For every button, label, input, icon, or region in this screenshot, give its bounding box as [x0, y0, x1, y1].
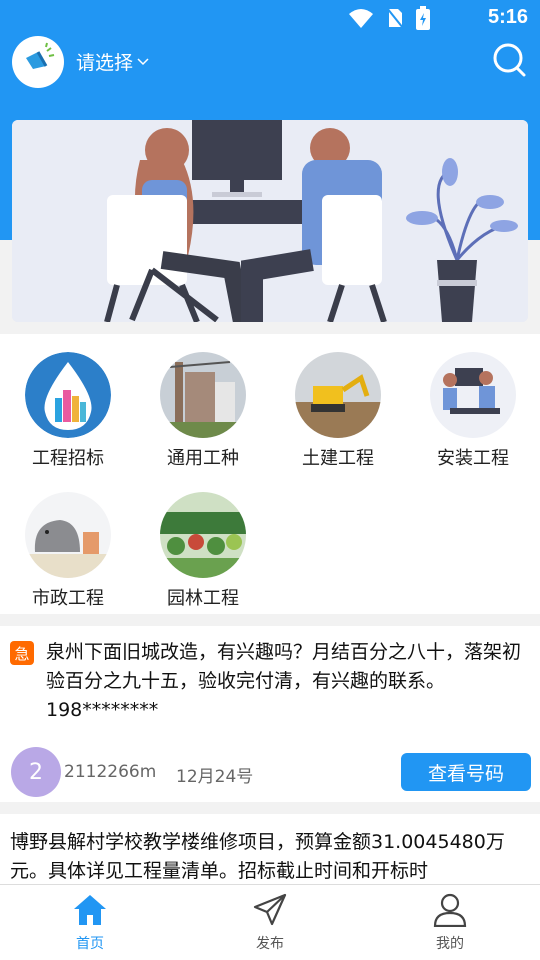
civil-construction-icon [295, 352, 381, 438]
category-label: 通用工种 [167, 448, 239, 469]
category-installation[interactable]: 安装工程 [418, 352, 528, 470]
post-user-id: 2112266m [64, 762, 157, 782]
search-button[interactable] [490, 40, 530, 80]
category-label: 工程招标 [32, 448, 104, 469]
landscaping-icon [160, 492, 246, 578]
location-selector[interactable]: 请选择 [76, 48, 149, 75]
app-bar: 请选择 [0, 36, 540, 88]
status-time: 5:16 [487, 6, 528, 28]
search-icon [493, 43, 526, 77]
category-civil-construction[interactable]: 土建工程 [283, 352, 393, 470]
post-text: 泉州下面旧城改造，有兴趣吗？月结百分之八十，落架初验百分之九十五，验收完付清，有… [46, 641, 522, 721]
tab-profile[interactable]: 我的 [390, 893, 510, 953]
tab-publish[interactable]: 发布 [210, 893, 330, 953]
no-sim-icon [386, 7, 404, 29]
category-engineering-bidding[interactable]: 工程招标 [13, 352, 123, 470]
home-icon [74, 895, 106, 925]
urgent-badge: 急 [10, 641, 34, 665]
category-general-trades[interactable]: 通用工种 [148, 352, 258, 470]
category-municipal[interactable]: 市政工程 [13, 492, 123, 610]
engineering-bidding-icon [25, 352, 111, 438]
post-text: 博野县解村学校教学楼维修项目，预算金额31.0045480万元。具体详见工程量清… [10, 831, 505, 882]
megaphone-icon [20, 42, 56, 80]
status-icons [348, 6, 430, 30]
category-landscaping[interactable]: 园林工程 [148, 492, 258, 610]
chevron-down-icon [137, 57, 149, 65]
category-label: 市政工程 [32, 588, 104, 609]
municipal-icon [25, 492, 111, 578]
user-icon [433, 893, 467, 928]
send-icon [253, 893, 287, 926]
post-card[interactable]: 博野县解村学校教学楼维修项目，预算金额31.0045480万元。具体详见工程量清… [0, 814, 540, 886]
category-grid: 工程招标 通用工种 土建工程 安装工程 市政工程 园林工程 [0, 334, 540, 614]
location-label: 请选择 [76, 52, 134, 74]
battery-icon [416, 6, 430, 30]
status-bar: 5:16 [0, 0, 540, 36]
app-logo[interactable] [12, 36, 64, 88]
tab-label: 发布 [256, 936, 284, 952]
category-label: 土建工程 [302, 448, 374, 469]
tab-label: 首页 [76, 936, 104, 952]
bottom-tab-bar: 首页 发布 我的 [0, 884, 540, 960]
avatar: 2 [11, 747, 61, 797]
banner-carousel[interactable] [12, 120, 528, 322]
tab-home[interactable]: 首页 [30, 893, 150, 953]
category-label: 安装工程 [437, 448, 509, 469]
installation-icon [430, 352, 516, 438]
post-date: 12月24号 [176, 767, 254, 787]
general-trades-icon [160, 352, 246, 438]
tab-label: 我的 [436, 936, 464, 952]
category-label: 园林工程 [167, 588, 239, 609]
banner-illustration [12, 120, 528, 322]
view-number-button[interactable]: 查看号码 [401, 753, 531, 791]
post-card[interactable]: 急 泉州下面旧城改造，有兴趣吗？月结百分之八十，落架初验百分之九十五，验收完付清… [0, 626, 540, 802]
wifi-icon [349, 9, 373, 28]
